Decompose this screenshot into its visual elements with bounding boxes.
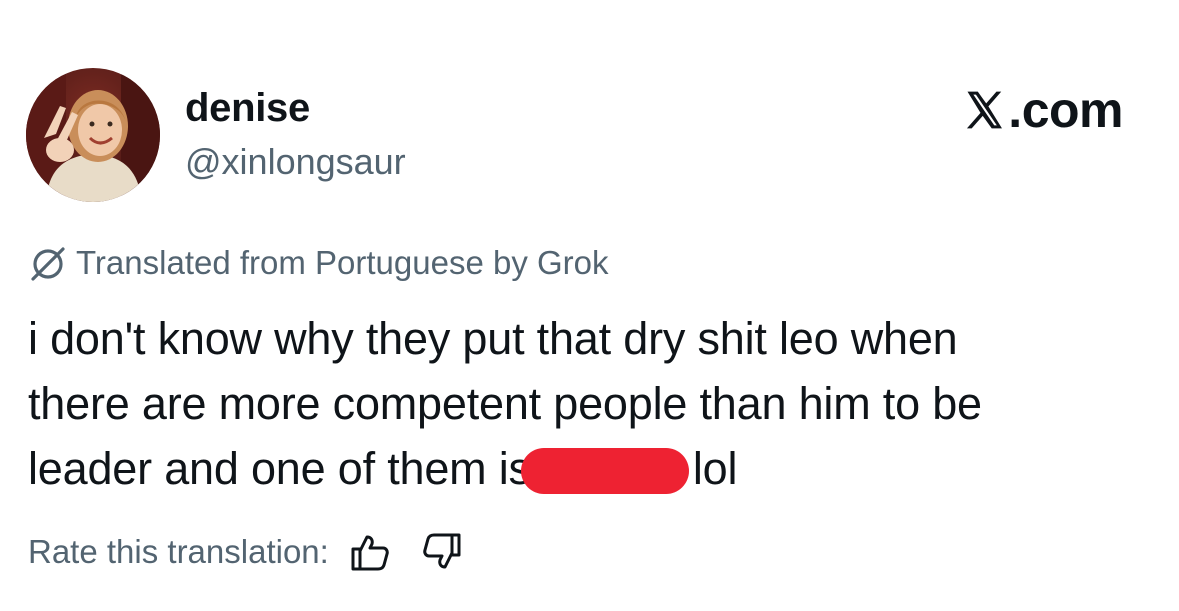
thumbs-down-button[interactable]	[419, 529, 465, 575]
display-name[interactable]: denise	[185, 84, 310, 132]
grok-icon	[31, 247, 65, 281]
chevron-down-icon[interactable]	[38, 0, 56, 4]
thumbs-up-button[interactable]	[347, 529, 393, 575]
tweet-line: i don't know why they put that dry shit …	[28, 313, 958, 364]
brand-domain: .com	[1008, 82, 1123, 138]
tweet-line: there are more competent people than him…	[28, 378, 982, 429]
translation-notice: Translated from Portuguese by Grok	[28, 240, 609, 286]
x-logo-icon	[967, 91, 1003, 129]
rate-label: Rate this translation:	[28, 533, 329, 570]
tweet-text: i don't know why they put that dry shit …	[28, 306, 1158, 501]
redaction-mark	[520, 448, 689, 494]
translation-label: Translated from Portuguese by Grok	[76, 244, 609, 281]
translation-rating: Rate this translation:	[28, 527, 465, 577]
tweet-line: leader and one of them is lol	[28, 436, 1158, 501]
tweet-line-start: leader and one of them is	[28, 443, 531, 494]
thumbs-down-icon	[423, 533, 461, 569]
brand-logo: .com	[962, 80, 1123, 140]
thumbs-up-icon	[351, 535, 389, 571]
avatar[interactable]	[26, 68, 160, 202]
user-handle[interactable]: @xinlongsaur	[185, 140, 406, 184]
tweet-line-end: lol	[692, 443, 738, 494]
